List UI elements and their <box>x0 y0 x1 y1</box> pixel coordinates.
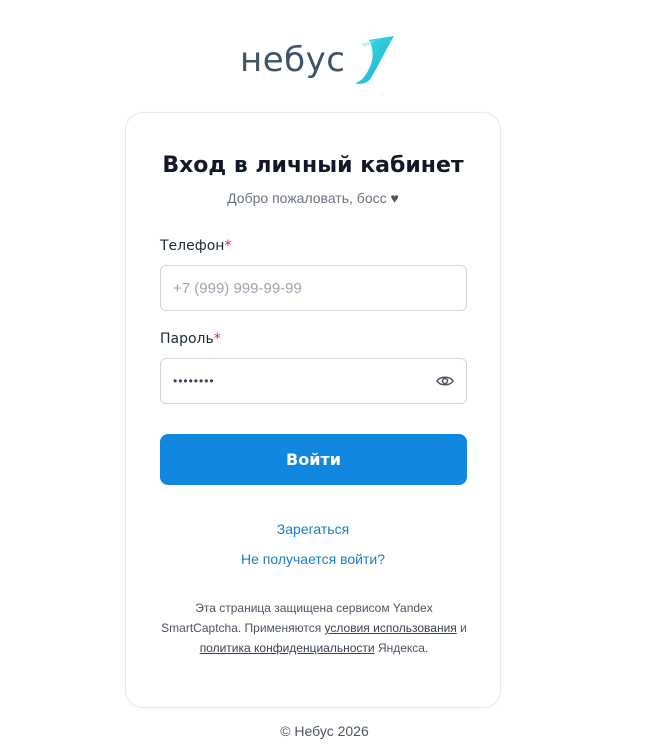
phone-label-text: Телефон <box>160 238 225 254</box>
captcha-and: и <box>460 621 467 635</box>
welcome-subtitle: Добро пожаловать, босс ♥ <box>126 190 500 206</box>
login-button[interactable]: Войти <box>160 434 467 485</box>
login-card: Вход в личный кабинет Добро пожаловать, … <box>125 112 501 708</box>
required-mark: * <box>213 331 221 347</box>
captcha-text-end: Яндекса. <box>377 641 429 655</box>
footer-copyright: © Небус 2026 <box>280 723 369 739</box>
password-input[interactable] <box>173 359 436 403</box>
phone-field[interactable] <box>160 265 467 311</box>
password-label: Пароль* <box>160 331 221 347</box>
password-label-text: Пароль <box>160 331 214 347</box>
phone-input[interactable] <box>173 266 454 310</box>
page-title: Вход в личный кабинет <box>162 153 464 178</box>
register-link[interactable]: Зарегаться <box>126 521 500 537</box>
terms-link[interactable]: условия использования <box>325 621 457 635</box>
brand-name: небус <box>240 40 346 80</box>
required-mark: * <box>224 238 232 254</box>
eye-icon[interactable] <box>435 371 454 391</box>
password-field[interactable] <box>160 358 467 404</box>
phone-label: Телефон* <box>160 238 231 254</box>
heart-icon: ♥ <box>390 190 399 206</box>
welcome-text: Добро пожаловать, босс <box>227 190 387 206</box>
privacy-link[interactable]: политика конфиденциальности <box>200 641 375 655</box>
brand-logo: небус <box>240 34 395 86</box>
swoosh-icon <box>355 36 395 84</box>
trouble-login-link[interactable]: Не получается войти? <box>126 551 500 567</box>
captcha-notice: Эта страница защищена сервисом Yandex Sm… <box>156 598 472 658</box>
